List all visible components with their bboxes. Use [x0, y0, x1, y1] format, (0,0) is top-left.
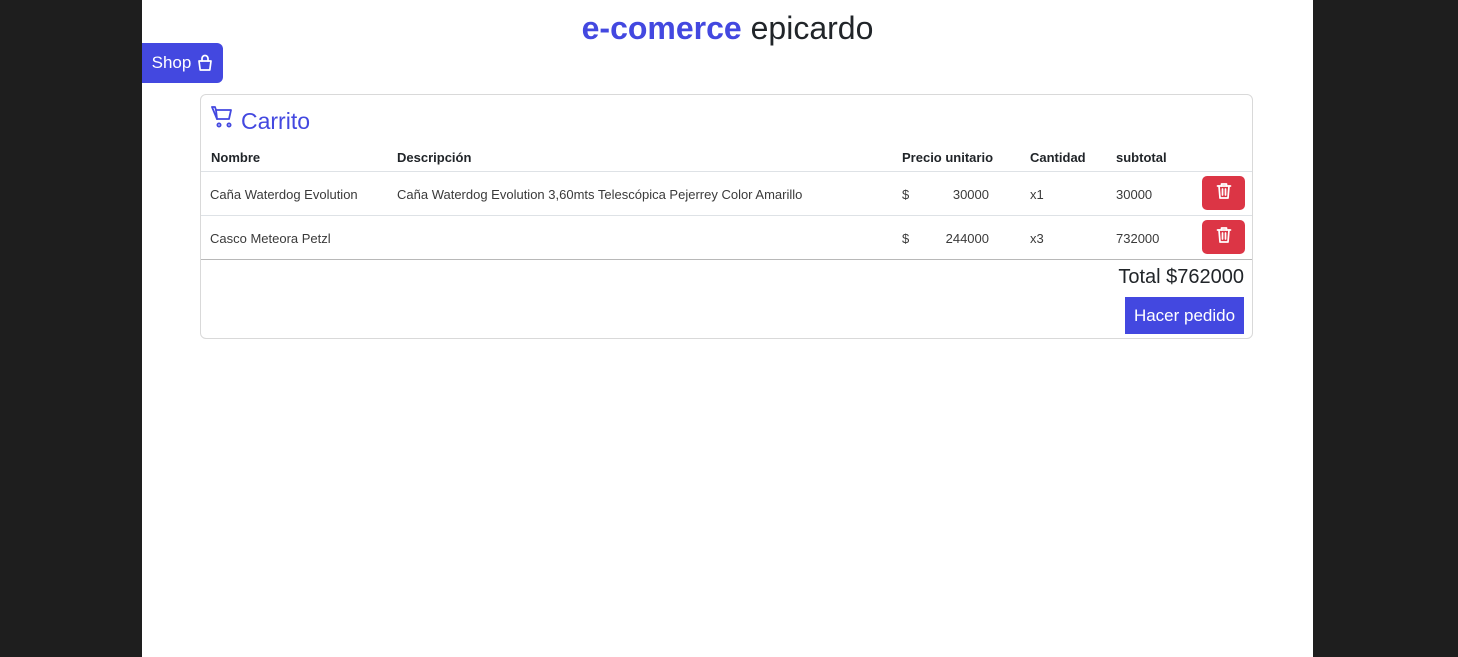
- col-nombre: Nombre: [211, 150, 261, 165]
- row-2-name: Casco Meteora Petzl: [210, 231, 331, 246]
- row-1-currency: $: [902, 187, 910, 202]
- row-divider: [201, 215, 1252, 216]
- shop-label: Shop: [151, 53, 192, 72]
- row-1-description: Caña Waterdog Evolution 3,60mts Telescóp…: [397, 187, 803, 202]
- col-precio: Precio unitario: [902, 150, 994, 165]
- place-order-button[interactable]: Hacer pedido: [1125, 297, 1244, 334]
- col-subtotal: subtotal: [1116, 150, 1167, 165]
- cart-card: Carrito Nombre Descripción Precio unitar…: [200, 94, 1253, 339]
- cart-icon: [211, 105, 233, 136]
- row-1-subtotal: 30000: [1116, 187, 1153, 202]
- row-2-delete-button[interactable]: [1202, 220, 1245, 254]
- page-title: e-comerce epicardo: [142, 8, 1313, 48]
- row-1-name: Caña Waterdog Evolution: [210, 187, 358, 202]
- hand-bag-icon: [197, 54, 213, 72]
- cart-title: Carrito: [241, 107, 311, 134]
- trash-icon: [1216, 226, 1232, 249]
- row-2-subtotal: 732000: [1116, 231, 1160, 246]
- brand-name: e-comerce: [581, 10, 742, 46]
- col-descripcion: Descripción: [397, 150, 472, 165]
- row-1-quantity: x1: [1030, 187, 1044, 202]
- trash-icon: [1216, 182, 1232, 205]
- cart-total: Total $762000: [1118, 266, 1244, 288]
- row-1-delete-button[interactable]: [1202, 176, 1245, 210]
- row-1-unit-price: 30000: [952, 187, 989, 202]
- row-2-quantity: x3: [1030, 231, 1044, 246]
- col-cantidad: Cantidad: [1030, 150, 1086, 165]
- store-name: epicardo: [750, 10, 874, 46]
- table-bottom-divider: [201, 259, 1252, 260]
- page: e-comerce epicardo Shop Carrito Nombre D…: [142, 0, 1313, 657]
- row-2-currency: $: [902, 231, 910, 246]
- row-2-unit-price: 244000: [945, 231, 989, 246]
- shop-button[interactable]: Shop: [142, 43, 223, 83]
- header-divider: [201, 171, 1252, 172]
- cart-heading: Carrito: [211, 105, 310, 136]
